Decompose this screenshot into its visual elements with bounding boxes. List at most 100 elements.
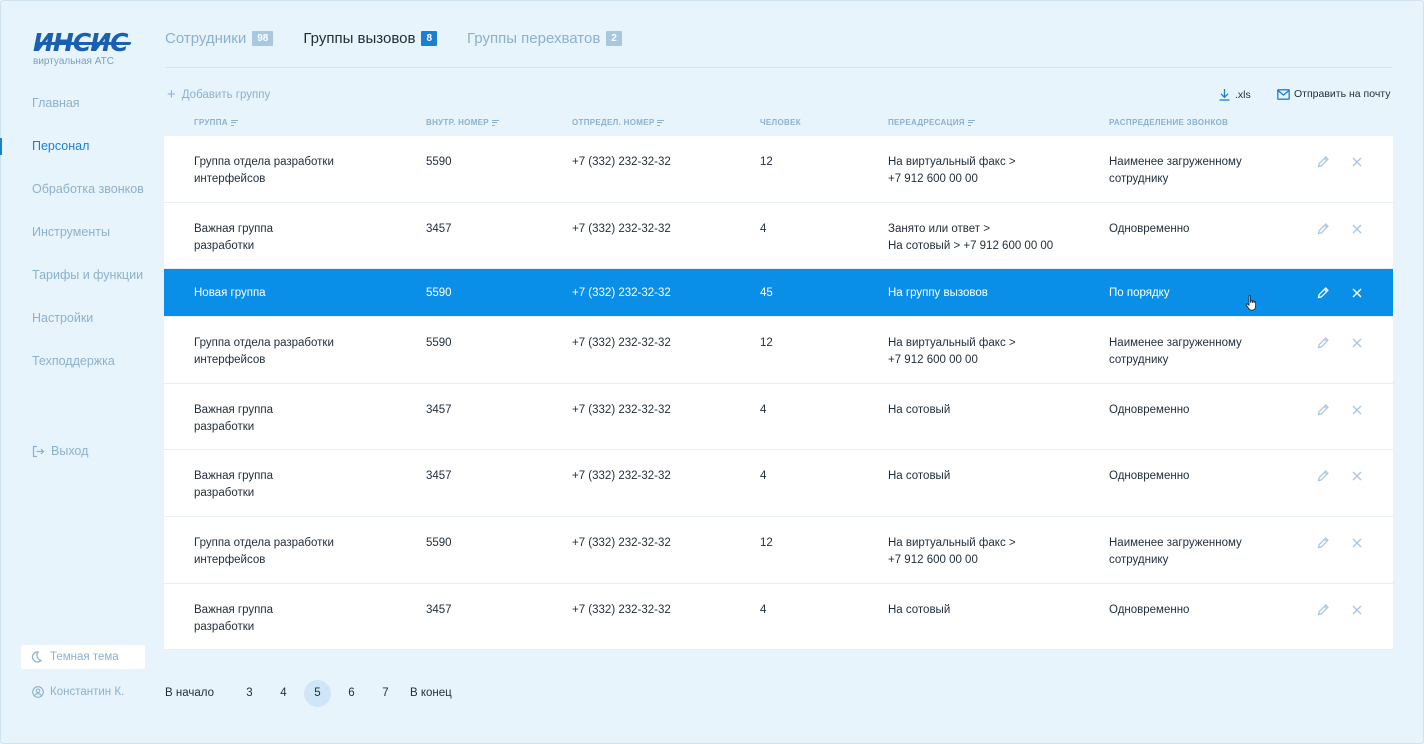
cell-people: 4 — [760, 470, 767, 483]
cell-ext: 3457 — [426, 222, 452, 235]
pagination-page[interactable]: 3 — [236, 680, 263, 707]
table-row[interactable]: Важная группа разработки 3457 +7 (332) 232… — [164, 450, 1393, 517]
tabs-divider — [165, 67, 1392, 68]
logout-button[interactable]: Выход — [32, 444, 88, 458]
pencil-icon[interactable] — [1316, 222, 1330, 236]
close-icon[interactable] — [1350, 336, 1364, 350]
table-row[interactable]: Важная группа разработки 3457 +7 (332) 232… — [164, 583, 1393, 651]
cell-distribution: Одновременно — [1109, 470, 1190, 483]
send-email-button[interactable]: Отправить на почту — [1277, 88, 1390, 100]
cell-people: 12 — [760, 156, 773, 168]
column-header-label: ПЕРЕАДРЕСАЦИЯ — [888, 118, 965, 127]
pagination-last[interactable]: В конец — [410, 680, 452, 707]
tab-count-badge: 98 — [252, 31, 274, 46]
cell-people: 4 — [760, 222, 767, 235]
close-icon[interactable] — [1350, 286, 1364, 300]
logo[interactable]: ИНСИС виртуальная АТС — [33, 30, 133, 67]
cell-number: +7 (332) 232-32-32 — [572, 222, 671, 235]
sidebar-nav: Главная Персонал Обработка звонков Инструме… — [0, 82, 160, 383]
pagination-page[interactable]: 5 — [303, 680, 331, 707]
close-icon[interactable] — [1350, 155, 1364, 169]
column-header[interactable]: ПЕРЕАДРЕСАЦИЯ — [888, 118, 975, 127]
cell-forward: На виртуальный факс > +7 912 600 00 00 — [888, 536, 1016, 566]
cell-group: Важная группа разработки — [194, 222, 273, 252]
cell-group: Группа отдела разработки интерфейсов — [194, 156, 334, 185]
cell-people: 12 — [760, 337, 773, 350]
column-header: РАСПРЕДЕЛЕНИЕ ЗВОНКОВ — [1109, 118, 1228, 127]
cell-ext: 3457 — [426, 470, 452, 483]
tab-label: Сотрудники — [165, 30, 247, 47]
cell-distribution: Одновременно — [1109, 222, 1190, 235]
tab[interactable]: Группы вызовов 8 — [303, 30, 437, 47]
add-group-label: Добавить группу — [181, 89, 271, 101]
pagination-page[interactable]: 7 — [372, 680, 399, 707]
pagination-page[interactable]: 6 — [338, 680, 365, 707]
cell-number: +7 (332) 232-32-32 — [572, 403, 671, 416]
cell-group: Группа отдела разработки интерфейсов — [194, 536, 334, 566]
tab[interactable]: Группы перехватов 2 — [467, 30, 622, 47]
table-row[interactable]: Важная группа разработки 3457 +7 (332) 232… — [164, 383, 1393, 451]
close-icon[interactable] — [1350, 536, 1364, 550]
pagination-page[interactable]: 4 — [270, 680, 297, 707]
column-header[interactable]: ГРУППА — [194, 118, 238, 127]
cell-distribution: Наименее загруженному сотруднику — [1109, 536, 1242, 566]
cell-ext: 5590 — [426, 287, 452, 300]
dark-theme-toggle[interactable]: Темная тема — [21, 645, 145, 669]
cell-forward: Занято или ответ > На сотовый > +7 912 6… — [888, 222, 1054, 252]
add-group-button[interactable]: + Добавить группу — [167, 87, 271, 102]
sidebar-item[interactable]: Обработка звонков — [0, 168, 160, 211]
cell-ext: 3457 — [426, 403, 452, 416]
tab[interactable]: Сотрудники 98 — [165, 30, 274, 47]
column-header[interactable]: ВНУТР. НОМЕР — [426, 118, 499, 127]
sidebar-item[interactable]: Главная — [0, 82, 160, 125]
sidebar: ИНСИС виртуальная АТС Главная Персонал Обр… — [0, 0, 160, 744]
user-avatar-icon — [32, 686, 44, 698]
logout-label: Выход — [51, 444, 89, 458]
table-row[interactable]: Группа отдела разработки интерфейсов 5590… — [164, 317, 1393, 384]
cell-number: +7 (332) 232-32-32 — [572, 337, 671, 350]
close-icon[interactable] — [1350, 469, 1364, 483]
user-name: Константин К. — [50, 686, 125, 698]
cell-forward: На сотовый — [888, 470, 951, 483]
cell-number: +7 (332) 232-32-32 — [572, 536, 671, 549]
cell-forward: На сотовый — [888, 603, 951, 616]
pencil-icon[interactable] — [1316, 286, 1330, 300]
pencil-icon[interactable] — [1316, 469, 1330, 483]
cell-distribution: Одновременно — [1109, 403, 1190, 416]
sidebar-item[interactable]: Настройки — [0, 297, 160, 340]
cell-ext: 3457 — [426, 603, 452, 616]
tab-bar: Сотрудники 98 Группы вызовов 8 Группы перехв… — [165, 30, 622, 47]
close-icon[interactable] — [1350, 403, 1364, 417]
cell-group: Группа отдела разработки интерфейсов — [194, 337, 334, 367]
table-row[interactable]: Группа отдела разработки интерфейсов 5590… — [164, 516, 1393, 584]
pagination-first[interactable]: В начало — [165, 680, 214, 707]
sidebar-item[interactable]: Техподдержка — [0, 340, 160, 383]
close-icon[interactable] — [1350, 222, 1364, 236]
column-header[interactable]: ОТПРЕДЕЛ. НОМЕР — [572, 118, 665, 127]
sidebar-item[interactable]: Инструменты — [0, 211, 160, 254]
sort-icon — [491, 119, 499, 126]
pencil-icon[interactable] — [1316, 603, 1330, 617]
table-row[interactable]: Группа отдела разработки интерфейсов 5590… — [164, 136, 1393, 203]
table-row[interactable]: Новая группа 5590 +7 (332) 232-32-32 45 На г… — [164, 269, 1393, 318]
sidebar-item[interactable]: Персонал — [0, 125, 160, 168]
cell-forward: На группу вызовов — [888, 287, 988, 300]
tab-label: Группы вызовов — [303, 30, 416, 47]
pencil-icon[interactable] — [1316, 536, 1330, 550]
cell-forward: На виртуальный факс > +7 912 600 00 00 — [888, 337, 1016, 367]
close-icon[interactable] — [1350, 603, 1364, 617]
cell-distribution: Наименее загруженному сотруднику — [1109, 337, 1242, 367]
export-xls-button[interactable]: .xls — [1218, 88, 1251, 101]
sort-icon — [230, 119, 238, 126]
logo-mark: ИНСИС — [33, 30, 133, 56]
cell-people: 45 — [760, 287, 773, 300]
sidebar-item[interactable]: Тарифы и функции — [0, 254, 160, 297]
table-row[interactable]: Важная группа разработки 3457 +7 (332) 232… — [164, 202, 1393, 270]
pagination: В начало 3 4 5 6 7 В конец — [165, 680, 452, 707]
pencil-icon[interactable] — [1316, 336, 1330, 350]
pencil-icon[interactable] — [1316, 403, 1330, 417]
tab-count-badge: 8 — [421, 31, 437, 46]
pencil-icon[interactable] — [1316, 155, 1330, 169]
user-profile[interactable]: Константин К. — [32, 686, 124, 698]
cell-group: Важная группа разработки — [194, 470, 273, 500]
